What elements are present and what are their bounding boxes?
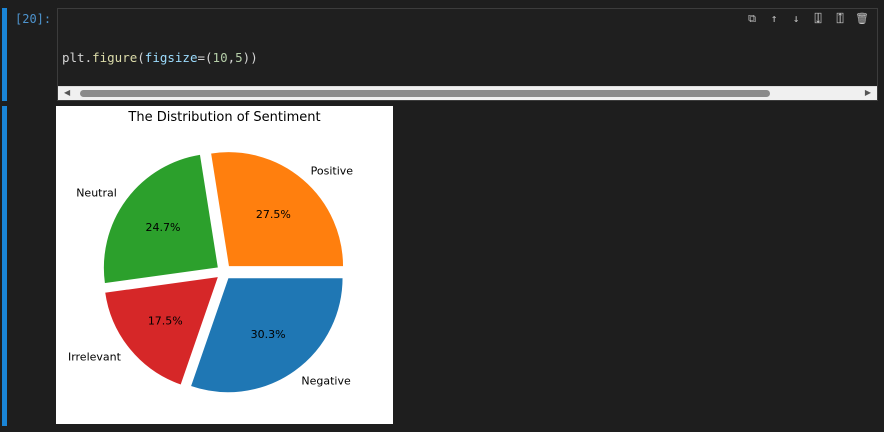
pie-value-label: 27.5% [256,208,291,221]
delete-icon[interactable]: 🗑 [855,12,869,26]
pie-chart: 30.3% Negative 17.5% Irrelevant 24.7% Neutral… [68,151,354,394]
cell-active-bar [2,8,7,101]
scrollbar-thumb[interactable] [80,90,770,97]
pie-value-label: 30.3% [251,328,286,341]
code-cell-editor[interactable]: ⧉ ↑ ↓ ⍗ ⍐ 🗑 plt.figure(figsize=(10,5)) p… [57,8,878,101]
code-line: plt.figure(figsize=(10,5)) [62,50,258,65]
pie-value-label: 24.7% [145,221,180,234]
insert-above-icon[interactable]: ⍗ [811,12,825,26]
arrow-down-icon[interactable]: ↓ [789,12,803,26]
horizontal-scrollbar[interactable]: ◀ ▶ [58,86,877,100]
copy-icon[interactable]: ⧉ [745,12,759,26]
arrow-up-icon[interactable]: ↑ [767,12,781,26]
scroll-right-icon[interactable]: ▶ [865,88,871,97]
pie-slice-neutral [102,153,219,285]
insert-below-icon[interactable]: ⍐ [833,12,847,26]
pie-category-label: Negative [301,375,351,388]
pie-category-label: Positive [311,165,354,178]
output-active-bar [2,106,7,426]
cell-output: The Distribution of Sentiment 30.3% Negat… [56,106,393,424]
scroll-left-icon[interactable]: ◀ [64,88,70,97]
pie-category-label: Neutral [76,187,117,200]
cell-toolbar: ⧉ ↑ ↓ ⍗ ⍐ 🗑 [743,12,871,26]
pie-value-label: 17.5% [148,314,183,327]
pie-category-label: Irrelevant [68,351,122,364]
cell-prompt: [20]: [15,12,52,26]
